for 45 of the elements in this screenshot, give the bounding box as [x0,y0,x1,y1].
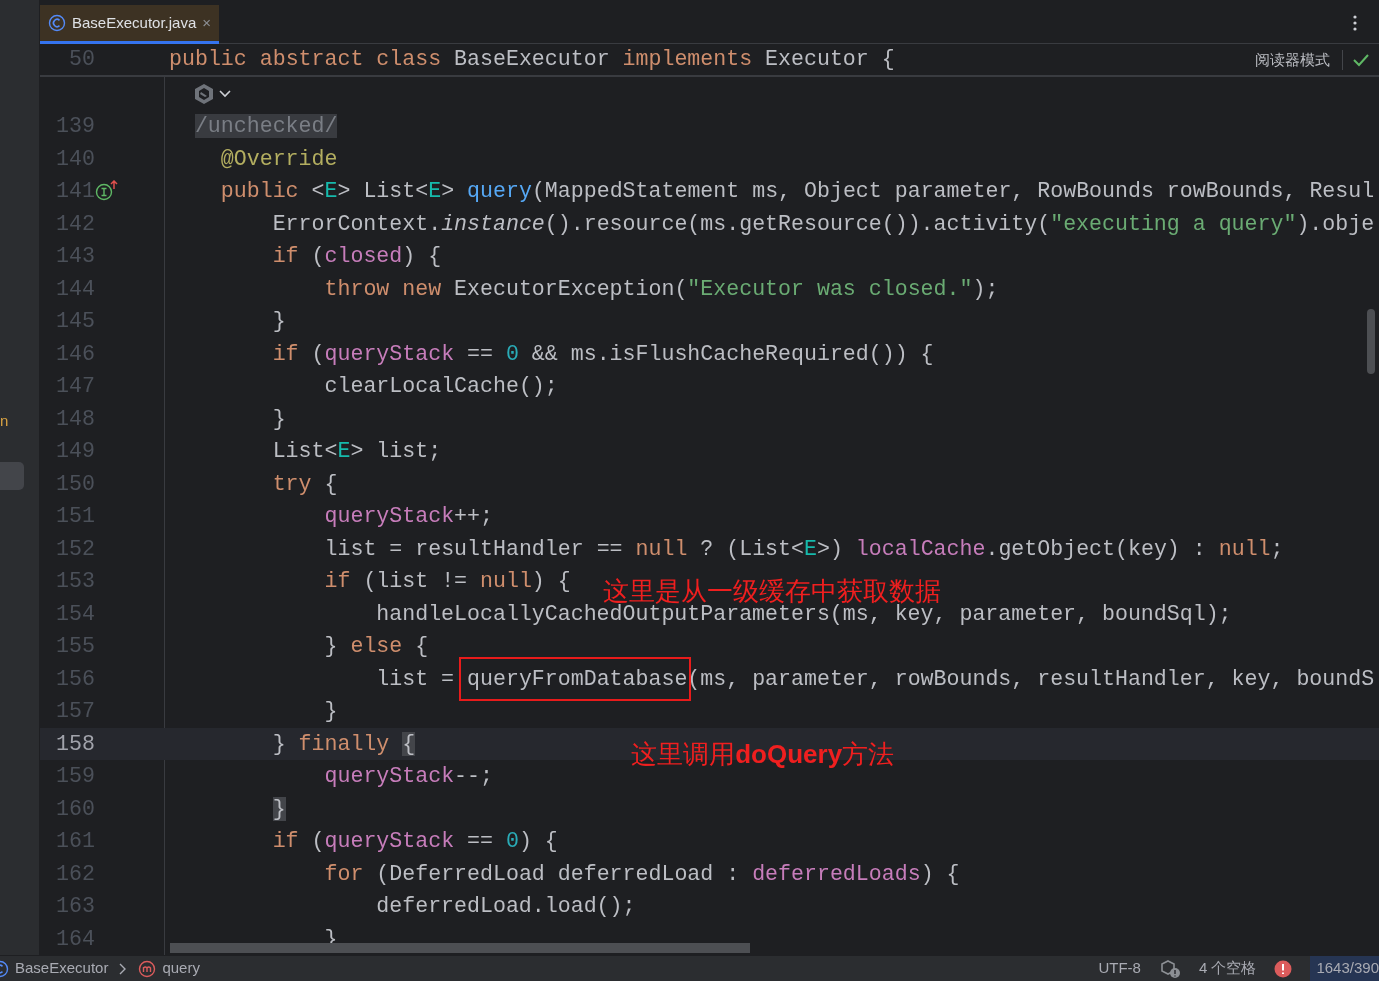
code-line: list = queryFromDatabase(ms, parameter, rowBounds, resultHandler, key, boundS [375,665,1375,693]
code-line: List<E> list; [271,438,442,466]
editor-tab[interactable]: BaseExecutor.java × [40,5,219,44]
code-line: if (closed) { [271,243,442,271]
code-line: } [271,405,286,433]
code-line: if (queryStack == 0) { [271,828,558,856]
annotation-text: 这里调用doQuery方法 [631,740,895,767]
code-line: ErrorContext.instance().resource(ms.getResource()).activity("executing a query").obje [271,210,1375,238]
code-line: public abstract class BaseExecutor implements Executor { [169,46,895,74]
reader-mode-toggle[interactable]: 阅读器模式 [1255,49,1343,70]
scrollbar[interactable] [1367,309,1375,374]
code-line: public <E> List<E> query(MappedStatement ms, Object parameter, RowBounds rowBounds, Resul [219,178,1375,206]
code-line: queryStack++; [323,503,493,531]
inspection-icon[interactable] [1158,958,1181,979]
code-line: throw new ExecutorException("Executor was closed."); [323,275,999,303]
check-icon [1353,52,1369,67]
indent-label[interactable]: 4 个空格 [1198,957,1257,980]
line-number: 158 [55,730,95,758]
code-line: } [271,308,286,336]
breadcrumb-item[interactable]: BaseExecutor [15,957,109,980]
code-line: if (list != null) { [323,568,571,596]
implements-gutter-icon[interactable] [95,180,119,203]
code-line: } finally { [271,730,416,758]
class-icon [48,14,66,32]
code-line: } [323,698,338,726]
memory-indicator[interactable]: 1643/390 [1310,956,1379,981]
code-line: @Override [219,145,338,173]
chevron-down-icon[interactable] [219,89,231,98]
breadcrumb-item[interactable]: query [162,957,200,980]
panel-text-fragment: n [0,411,6,431]
code-line: clearLocalCache(); [323,373,558,401]
code-line: if (queryStack == 0 && ms.isFlushCacheRequired()) { [271,340,934,368]
code-line: deferredLoad.load(); [375,893,636,921]
more-options-icon[interactable] [1353,15,1357,31]
code-line: } else { [323,633,429,661]
code-line: for (DeferredLoad deferredLoad : deferredLoads) { [323,860,960,888]
close-icon[interactable]: × [202,11,211,35]
scrollbar[interactable] [170,943,750,953]
error-icon[interactable] [1274,959,1293,978]
code-line: list = resultHandler == null ? (List<E>) localCache.getObject(key) : null; [323,535,1284,563]
encoding-label[interactable]: UTF-8 [1098,957,1141,980]
code-line: queryStack--; [323,763,493,791]
tab-title: BaseExecutor.java [72,12,197,33]
code-line: try { [271,470,338,498]
method-icon [138,959,157,978]
